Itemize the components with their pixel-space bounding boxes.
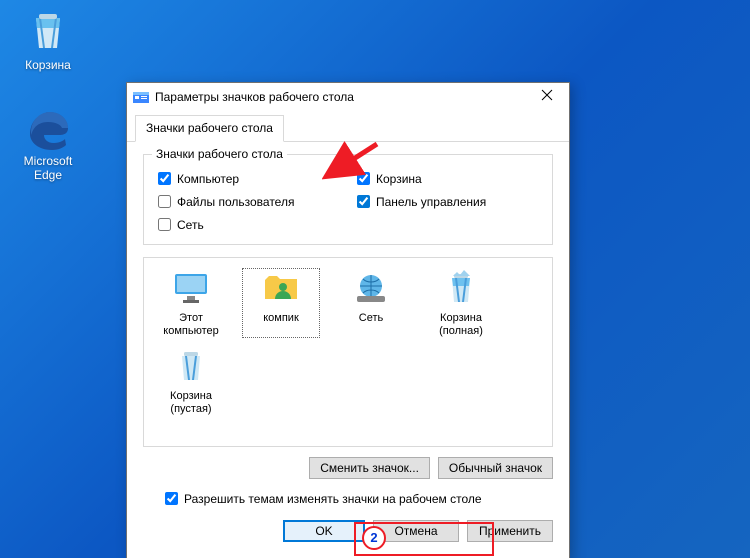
checkbox-label: Панель управления (376, 195, 486, 209)
bin_full-icon (441, 268, 481, 308)
recycle-bin-icon (24, 8, 72, 56)
window-icon (133, 89, 149, 105)
checkbox-input-recycle[interactable] (357, 172, 370, 185)
checkbox-input-user_files[interactable] (158, 195, 171, 208)
change-icon-button[interactable]: Сменить значок... (309, 457, 430, 479)
checkbox-label: Компьютер (177, 172, 239, 186)
ok-button[interactable]: OK (283, 520, 365, 542)
allow-themes-checkbox[interactable] (165, 492, 178, 505)
desktop-icons-group: Значки рабочего стола КомпьютерКорзинаФа… (143, 154, 553, 245)
tabs: Значки рабочего стола (127, 111, 569, 142)
titlebar[interactable]: Параметры значков рабочего стола (127, 83, 569, 111)
icon-item-bin_empty[interactable]: Корзина (пустая) (152, 346, 230, 416)
checkbox-label: Корзина (376, 172, 422, 186)
network-icon (351, 268, 391, 308)
close-button[interactable] (527, 84, 567, 110)
checkbox-input-network[interactable] (158, 218, 171, 231)
bin_empty-icon (171, 346, 211, 386)
icon-item-label: Этот компьютер (152, 312, 230, 338)
edge-icon (24, 104, 72, 152)
this_pc-icon (171, 268, 211, 308)
apply-button[interactable]: Применить (467, 520, 553, 542)
default-icon-button[interactable]: Обычный значок (438, 457, 553, 479)
group-title: Значки рабочего стола (152, 147, 287, 161)
icon-item-bin_full[interactable]: Корзина (полная) (422, 268, 500, 338)
icon-item-network[interactable]: Сеть (332, 268, 410, 338)
allow-themes-label: Разрешить темам изменять значки на рабоч… (184, 492, 482, 506)
checkbox-input-control_panel[interactable] (357, 195, 370, 208)
icon-item-label: Корзина (пустая) (152, 390, 230, 416)
icon-item-kompik[interactable]: компик (242, 268, 320, 338)
desktop-icon-edge[interactable]: Microsoft Edge (10, 104, 86, 182)
checkbox-control_panel[interactable]: Панель управления (353, 192, 542, 211)
icon-item-label: компик (242, 312, 320, 325)
icon-item-this_pc[interactable]: Этот компьютер (152, 268, 230, 338)
desktop-icon-settings-window: Параметры значков рабочего стола Значки … (126, 82, 570, 558)
desktop-icon-label: Microsoft Edge (10, 154, 86, 182)
desktop-icon-label: Корзина (10, 58, 86, 72)
desktop-icon-recycle-bin[interactable]: Корзина (10, 8, 86, 72)
checkbox-input-computer[interactable] (158, 172, 171, 185)
checkbox-computer[interactable]: Компьютер (154, 169, 343, 188)
checkbox-label: Файлы пользователя (177, 195, 294, 209)
checkbox-label: Сеть (177, 218, 204, 232)
icon-item-label: Сеть (332, 312, 410, 325)
tab-desktop-icons[interactable]: Значки рабочего стола (135, 115, 284, 142)
checkbox-user_files[interactable]: Файлы пользователя (154, 192, 343, 211)
window-title: Параметры значков рабочего стола (155, 90, 527, 104)
cancel-button[interactable]: Отмена (373, 520, 459, 542)
icon-preview-box: Этот компьютер компик Сеть Корзина (полная)… (143, 257, 553, 447)
kompik-icon (261, 268, 301, 308)
checkbox-recycle[interactable]: Корзина (353, 169, 542, 188)
icon-item-label: Корзина (полная) (422, 312, 500, 338)
checkbox-network[interactable]: Сеть (154, 215, 343, 234)
